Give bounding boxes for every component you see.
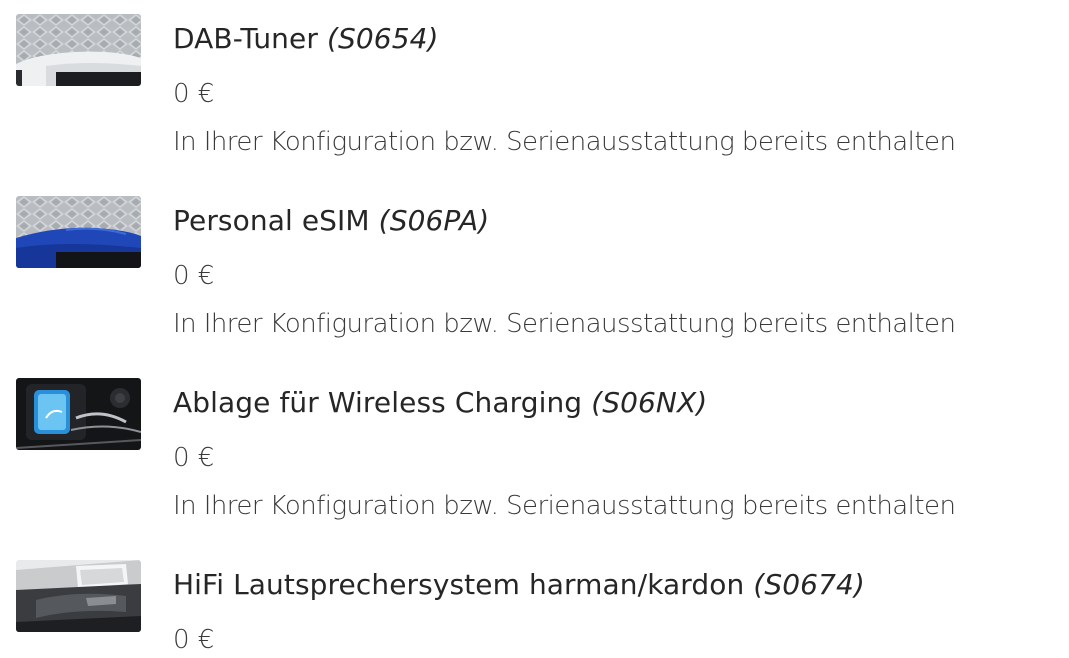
door-speaker-interior-image xyxy=(16,560,141,632)
car-roof-white-image xyxy=(16,14,141,86)
equipment-list: DAB-Tuner (S0654) 0 € In Ihrer Konfigura… xyxy=(0,0,1069,655)
car-roof-white-thumbnail[interactable] xyxy=(16,14,141,86)
item-price: 0 € xyxy=(173,625,215,655)
item-note: In Ihrer Konfiguration bzw. Serienaussta… xyxy=(173,127,956,157)
item-code: (S06NX) xyxy=(591,386,708,419)
car-roof-blue-image xyxy=(16,196,141,268)
item-title[interactable]: DAB-Tuner (S0654) xyxy=(173,20,439,58)
item-note: In Ihrer Konfiguration bzw. Serienaussta… xyxy=(173,491,956,521)
car-roof-blue-thumbnail[interactable] xyxy=(16,196,141,268)
item-price: 0 € xyxy=(173,443,215,473)
wireless-charging-tray-image xyxy=(16,378,141,450)
item-note: In Ihrer Konfiguration bzw. Serienaussta… xyxy=(173,309,956,339)
door-speaker-interior-thumbnail[interactable] xyxy=(16,560,141,632)
item-code: (S06PA) xyxy=(378,204,490,237)
wireless-charging-tray-thumbnail[interactable] xyxy=(16,378,141,450)
item-title[interactable]: HiFi Lautsprechersystem harman/kardon (S… xyxy=(173,566,865,604)
item-name: Personal eSIM xyxy=(173,204,370,237)
item-name: Ablage für Wireless Charging xyxy=(173,386,583,419)
item-name: HiFi Lautsprechersystem harman/kardon xyxy=(173,568,745,601)
item-title[interactable]: Personal eSIM (S06PA) xyxy=(173,202,489,240)
item-price: 0 € xyxy=(173,261,215,291)
item-name: DAB-Tuner xyxy=(173,22,318,55)
item-code: (S0654) xyxy=(326,22,439,55)
item-price: 0 € xyxy=(173,79,215,109)
item-code: (S0674) xyxy=(753,568,865,601)
item-title[interactable]: Ablage für Wireless Charging (S06NX) xyxy=(173,384,707,422)
